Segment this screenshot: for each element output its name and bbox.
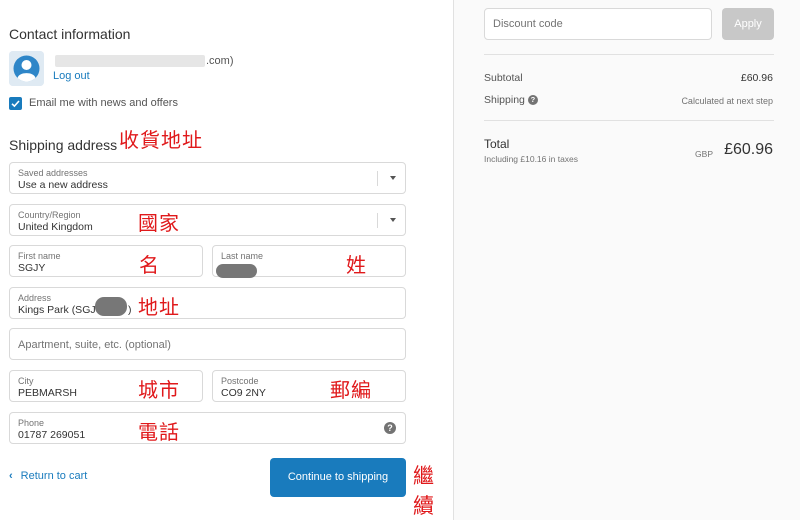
first-name-label: First name [18,251,61,261]
address-suffix: ) [128,304,132,316]
annotation-phone: 電話 [138,420,180,444]
shipping-summary-value: Calculated at next step [681,96,773,106]
apartment-placeholder: Apartment, suite, etc. (optional) [18,339,171,351]
postcode-field[interactable]: Postcode CO9 2NY [212,370,406,402]
question-circle-icon[interactable]: ? [527,95,538,105]
city-value: PEBMARSH [18,387,77,399]
country-select[interactable]: Country/Region United Kingdom [9,204,406,236]
continue-to-shipping-button[interactable]: Continue to shipping [270,458,406,497]
email-redaction [55,55,205,67]
first-name-field[interactable]: First name SGJY [9,245,203,277]
address-value: Kings Park (SGJY [18,304,103,316]
check-icon [11,100,20,108]
chevron-down-icon [390,176,396,180]
postcode-label: Postcode [221,376,259,386]
currency-code: GBP [695,149,713,159]
first-name-value: SGJY [18,262,46,274]
postcode-value: CO9 2NY [221,387,266,399]
saved-addresses-value: Use a new address [18,179,108,191]
select-divider [377,171,378,186]
contact-section-title: Contact information [9,26,131,42]
order-summary-panel: Apply Subtotal £60.96 Shipping? Calculat… [453,0,800,520]
user-avatar-icon [9,51,44,86]
subtotal-label: Subtotal [484,72,523,84]
address-field[interactable]: Address Kings Park (SGJY ) [9,287,406,319]
total-label: Total [484,137,510,151]
phone-label: Phone [18,418,45,428]
annotation-address: 地址 [138,295,180,319]
divider [484,120,774,121]
address-label: Address [18,293,52,303]
last-name-label: Last name [221,251,264,261]
annotation-country: 國家 [138,211,180,235]
apply-button[interactable]: Apply [722,8,774,40]
return-to-cart-link[interactable]: ‹ Return to cart [9,470,87,482]
question-circle-icon[interactable]: ? [384,422,396,434]
phone-field[interactable]: Phone 01787 269051 ? [9,412,406,444]
shipping-summary-label: Shipping [484,94,525,106]
address-redaction [95,297,127,316]
newsletter-checkbox[interactable] [9,97,22,110]
newsletter-label: Email me with news and offers [29,97,178,109]
annotation-first-name: 名 [139,253,160,277]
shipping-section-title: Shipping address [9,137,118,153]
country-value: United Kingdom [18,221,93,233]
total-value: £60.96 [724,141,773,158]
tax-note: Including £10.16 in taxes [484,154,579,164]
last-name-field[interactable]: Last name [212,245,406,278]
logout-link[interactable]: Log out [53,70,90,82]
annotation-postcode: 郵編 [330,378,372,402]
phone-value: 01787 269051 [18,429,86,441]
email-text: .com) [206,55,234,67]
select-divider [377,213,378,228]
city-label: City [18,376,34,386]
shipping-summary-row: Shipping? [484,94,538,106]
discount-code-input[interactable] [485,9,711,39]
discount-code-field[interactable] [484,8,712,40]
apartment-field[interactable]: Apartment, suite, etc. (optional) [9,328,406,360]
country-label: Country/Region [18,210,81,220]
saved-addresses-label: Saved addresses [18,168,88,178]
divider [484,54,774,55]
checkout-form-panel: Contact information .com) Log out Email … [0,0,453,520]
subtotal-value: £60.96 [740,72,773,84]
return-to-cart-label: Return to cart [20,470,88,482]
annotation-city: 城市 [138,378,180,402]
last-name-redaction [216,264,257,278]
annotation-continue: 繼續 [413,464,435,518]
saved-addresses-select[interactable]: Saved addresses Use a new address [9,162,406,194]
chevron-left-icon: ‹ [9,470,13,482]
annotation-last-name: 姓 [346,253,367,277]
chevron-down-icon [390,218,396,222]
annotation-shipping-address: 收貨地址 [119,128,203,152]
